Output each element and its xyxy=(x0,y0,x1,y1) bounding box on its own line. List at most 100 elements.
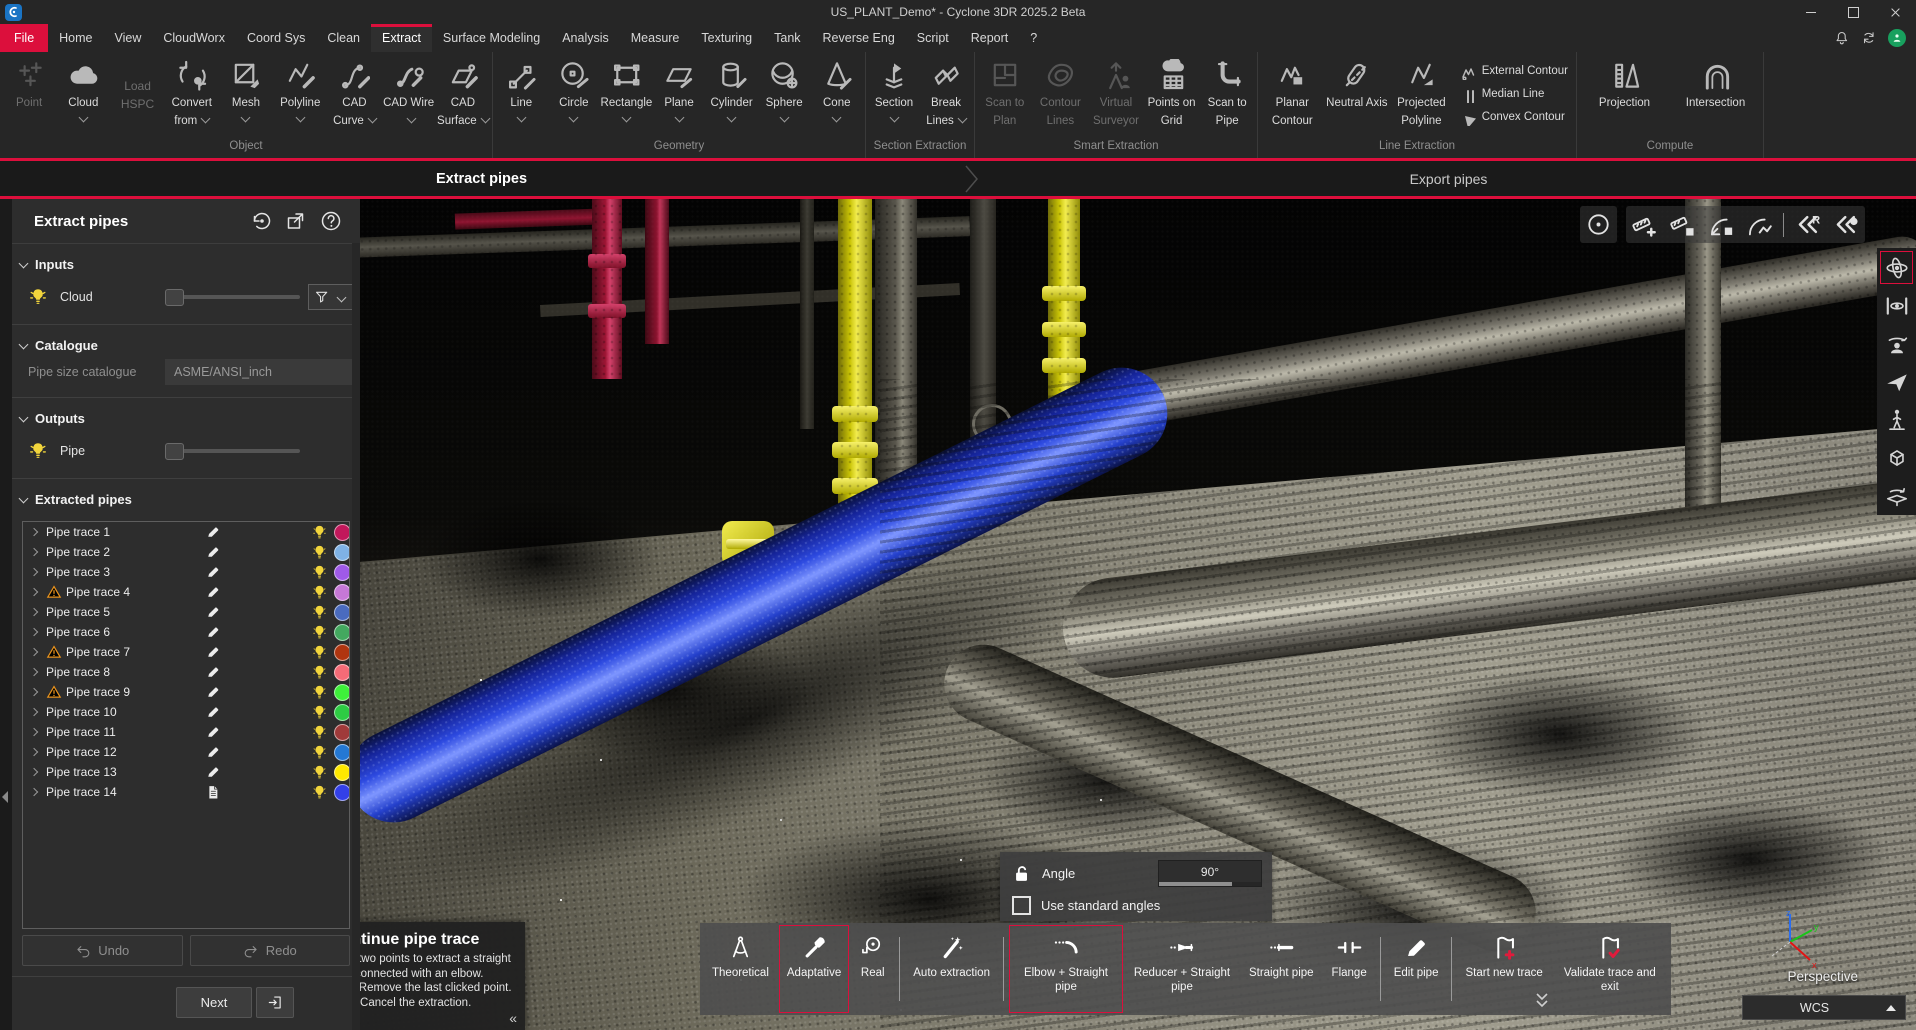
mode-button-edit-pipe[interactable]: Edit pipe xyxy=(1386,925,1447,1013)
mode-button-auto-extraction[interactable]: Auto extraction xyxy=(905,925,998,1013)
visibility-bulb-icon[interactable] xyxy=(311,764,328,781)
pipe-trace-row[interactable]: Pipe trace 3 xyxy=(23,562,349,582)
menu-item-analysis[interactable]: Analysis xyxy=(551,24,620,52)
edit-pencil-icon[interactable] xyxy=(205,584,221,600)
menu-item-texturing[interactable]: Texturing xyxy=(690,24,763,52)
collapse-panel-arrow[interactable] xyxy=(2,791,8,803)
menu-item-script[interactable]: Script xyxy=(906,24,960,52)
menu-item-coord-sys[interactable]: Coord Sys xyxy=(236,24,316,52)
nav-turntable-button[interactable] xyxy=(1881,480,1912,511)
angle-input[interactable]: 90° xyxy=(1158,860,1262,887)
chevron-right-icon[interactable] xyxy=(30,668,38,676)
slider-knob[interactable] xyxy=(165,289,184,306)
nav-walk-button[interactable] xyxy=(1881,404,1912,435)
ribbon-button-point[interactable]: Point xyxy=(2,54,56,136)
mode-button-straight-pipe[interactable]: Straight pipe xyxy=(1241,925,1322,1013)
menu-item-view[interactable]: View xyxy=(104,24,153,52)
edit-pencil-icon[interactable] xyxy=(205,564,221,580)
ribbon-button-break-lines[interactable]: Break Lines xyxy=(920,54,972,136)
visibility-bulb-icon[interactable] xyxy=(311,564,328,581)
edit-pencil-icon[interactable] xyxy=(205,764,221,780)
visibility-bulb-icon[interactable] xyxy=(311,644,328,661)
pipe-trace-row[interactable]: Pipe trace 7 xyxy=(23,642,349,662)
ribbon-button-median-line[interactable]: Median Line xyxy=(1460,87,1568,103)
edit-pencil-icon[interactable] xyxy=(205,544,221,560)
ribbon-button-mesh[interactable]: Mesh xyxy=(219,54,273,136)
ribbon-button-plane[interactable]: Plane xyxy=(653,54,706,136)
redo-button[interactable]: Redo xyxy=(190,935,351,966)
ribbon-button-projected-polyline[interactable]: Projected Polyline xyxy=(1389,54,1454,136)
cloud-filter-button[interactable] xyxy=(308,284,358,310)
notifications-icon[interactable] xyxy=(1834,30,1851,47)
ribbon-button-cad-curve[interactable]: CAD Curve xyxy=(327,54,381,136)
next-button[interactable]: Next xyxy=(176,987,252,1018)
pipe-opacity-slider[interactable] xyxy=(165,449,300,453)
outputs-section-header[interactable]: Outputs xyxy=(12,398,360,432)
cloud-opacity-slider[interactable] xyxy=(165,295,300,299)
pipe-trace-row[interactable]: Pipe trace 13 xyxy=(23,762,349,782)
visibility-bulb-icon[interactable] xyxy=(311,544,328,561)
use-standard-angles-checkbox[interactable] xyxy=(1012,896,1031,915)
edit-pencil-icon[interactable] xyxy=(205,524,221,540)
mode-button-real[interactable]: Real xyxy=(851,925,894,1013)
pipe-color-swatch[interactable] xyxy=(334,584,350,601)
visibility-bulb-icon[interactable] xyxy=(311,604,328,621)
menu-item-tank[interactable]: Tank xyxy=(763,24,811,52)
pipe-color-swatch[interactable] xyxy=(334,704,350,721)
edit-pencil-icon[interactable] xyxy=(205,744,221,760)
ribbon-button-cone[interactable]: Cone xyxy=(810,54,863,136)
hide-dimensions-icon[interactable]: R xyxy=(1795,211,1822,238)
ribbon-button-section[interactable]: Section xyxy=(868,54,920,136)
ribbon-button-cloud[interactable]: Cloud xyxy=(56,54,110,136)
ribbon-button-line[interactable]: Line xyxy=(495,54,548,136)
pipe-color-swatch[interactable] xyxy=(334,764,350,781)
edit-pencil-icon[interactable] xyxy=(205,724,221,740)
coordinate-system-button[interactable]: WCS xyxy=(1742,995,1906,1020)
ribbon-button-convert-from[interactable]: Convert from xyxy=(165,54,219,136)
menu-item-report[interactable]: Report xyxy=(960,24,1020,52)
edit-pencil-icon[interactable] xyxy=(205,624,221,640)
menu-item-clean[interactable]: Clean xyxy=(316,24,371,52)
chevron-right-icon[interactable] xyxy=(30,748,38,756)
visibility-bulb-icon[interactable] xyxy=(311,584,328,601)
ribbon-button-scan-to-pipe[interactable]: Scan to Pipe xyxy=(1199,54,1255,136)
chevron-right-icon[interactable] xyxy=(30,548,38,556)
edge-dimension-icon[interactable] xyxy=(1669,211,1696,238)
instruction-collapse-button[interactable]: « xyxy=(509,1010,517,1026)
nav-view-cube-button[interactable] xyxy=(1881,442,1912,473)
chevron-right-icon[interactable] xyxy=(30,708,38,716)
edit-pencil-icon[interactable] xyxy=(205,644,221,660)
pipe-color-swatch[interactable] xyxy=(334,784,350,801)
pipe-color-swatch[interactable] xyxy=(334,604,350,621)
pipe-trace-row[interactable]: Pipe trace 9 xyxy=(23,682,349,702)
tab-export-pipes[interactable]: Export pipes xyxy=(981,161,1916,196)
minimize-button[interactable] xyxy=(1790,0,1832,24)
pipe-trace-row[interactable]: Pipe trace 5 xyxy=(23,602,349,622)
pipe-color-swatch[interactable] xyxy=(334,744,350,761)
chevron-right-icon[interactable] xyxy=(30,728,38,736)
ribbon-button-cad-wire[interactable]: CAD Wire xyxy=(382,54,436,136)
visibility-bulb-icon[interactable] xyxy=(311,624,328,641)
ribbon-button-polyline[interactable]: Polyline xyxy=(273,54,327,136)
visibility-bulb-icon[interactable] xyxy=(311,784,328,801)
ribbon-button-points-on-grid[interactable]: Points on Grid xyxy=(1144,54,1200,136)
toolbar-collapse-chevrons-icon[interactable] xyxy=(1531,988,1553,1014)
ribbon-button-convex-contour[interactable]: Convex Contour xyxy=(1460,110,1568,126)
chevron-right-icon[interactable] xyxy=(30,628,38,636)
pipe-trace-row[interactable]: Pipe trace 4 xyxy=(23,582,349,602)
visibility-bulb-icon[interactable] xyxy=(311,684,328,701)
pipe-color-swatch[interactable] xyxy=(334,524,350,541)
inputs-section-header[interactable]: Inputs xyxy=(12,244,360,278)
polyline-angle-dimension-icon[interactable] xyxy=(1745,211,1772,238)
pipe-color-swatch[interactable] xyxy=(334,544,350,561)
ribbon-button-rectangle[interactable]: Rectangle xyxy=(600,54,653,136)
close-button[interactable] xyxy=(1874,0,1916,24)
mode-button-theoretical[interactable]: Theoretical xyxy=(704,925,777,1013)
pipe-trace-row[interactable]: Pipe trace 12 xyxy=(23,742,349,762)
pipe-trace-row[interactable]: Pipe trace 2 xyxy=(23,542,349,562)
pipe-color-swatch[interactable] xyxy=(334,664,350,681)
mode-button-elbow-straight-pipe[interactable]: Elbow + Straight pipe xyxy=(1009,925,1123,1013)
pipe-trace-row[interactable]: Pipe trace 11 xyxy=(23,722,349,742)
visibility-bulb-icon[interactable] xyxy=(311,524,328,541)
tab-extract-pipes[interactable]: Extract pipes xyxy=(0,161,963,196)
